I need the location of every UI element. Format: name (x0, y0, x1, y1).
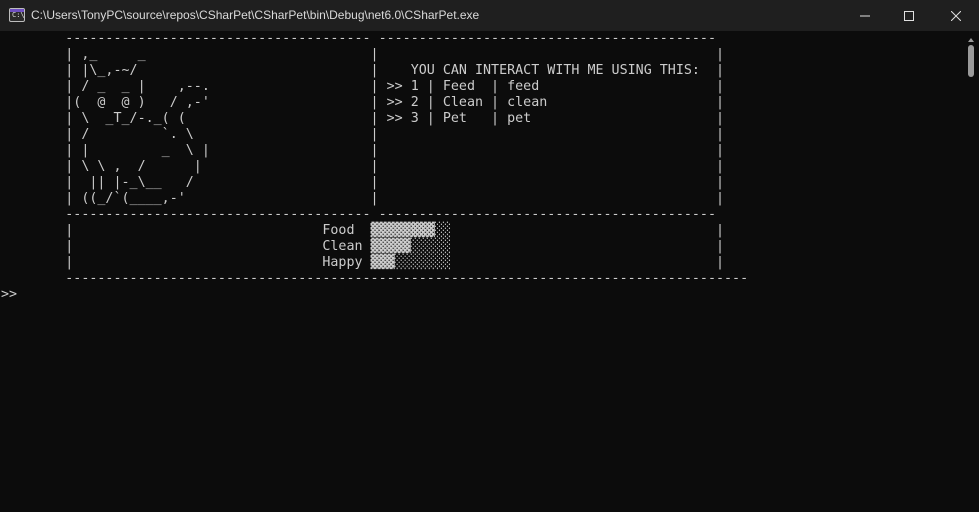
console-line: -------------------------------------- -… (1, 207, 716, 222)
console-line: | \ \ , / | | | (1, 159, 725, 174)
console-line-food-stat: | Food ▓▓▓▓▓▓▓▓░░ | (1, 223, 725, 238)
close-button[interactable] (933, 0, 979, 31)
console-output[interactable]: -------------------------------------- -… (0, 31, 963, 512)
minimize-button[interactable] (842, 0, 888, 31)
console-line: | / _ _ | ,--. | >> 1 | Feed | feed | (1, 79, 725, 94)
console-line: -------------------------------------- -… (1, 31, 716, 46)
console-line: | | _ \ | | | (1, 143, 725, 158)
close-icon (951, 10, 961, 21)
console-line: | ,_ _ | | (1, 47, 725, 62)
maximize-icon (904, 10, 914, 21)
console-line: | |\_,-~/ | YOU CAN INTERACT WITH ME USI… (1, 63, 725, 78)
console-app-icon[interactable]: C:\ (9, 8, 25, 22)
vertical-scrollbar[interactable] (966, 35, 976, 512)
console-line: ----------------------------------------… (1, 271, 749, 286)
icon-text: C:\ (12, 11, 25, 19)
scroll-up-arrow-icon[interactable] (968, 38, 974, 42)
console-prompt[interactable]: >> (1, 287, 17, 303)
console-line: | ((_/`(____,-' | | (1, 191, 725, 206)
title-bar[interactable]: C:\ C:\Users\TonyPC\source\repos\CSharPe… (0, 0, 979, 31)
scroll-thumb[interactable] (968, 45, 974, 77)
console-line: | \ _T_/-._( ( | >> 3 | Pet | pet | (1, 111, 725, 126)
maximize-button[interactable] (886, 0, 932, 31)
console-line: | / `. \ | | (1, 127, 725, 142)
console-line: | || |-_\__ / | | (1, 175, 725, 190)
console-line-clean-stat: | Clean ▓▓▓▓▓░░░░░ | (1, 239, 725, 254)
window-title: C:\Users\TonyPC\source\repos\CSharPet\CS… (31, 8, 480, 22)
minimize-icon (860, 15, 870, 16)
console-line-happy-stat: | Happy ▓▓▓░░░░░░░ | (1, 255, 725, 270)
console-line: |( @ @ ) / ,-' | >> 2 | Clean | clean | (1, 95, 725, 110)
